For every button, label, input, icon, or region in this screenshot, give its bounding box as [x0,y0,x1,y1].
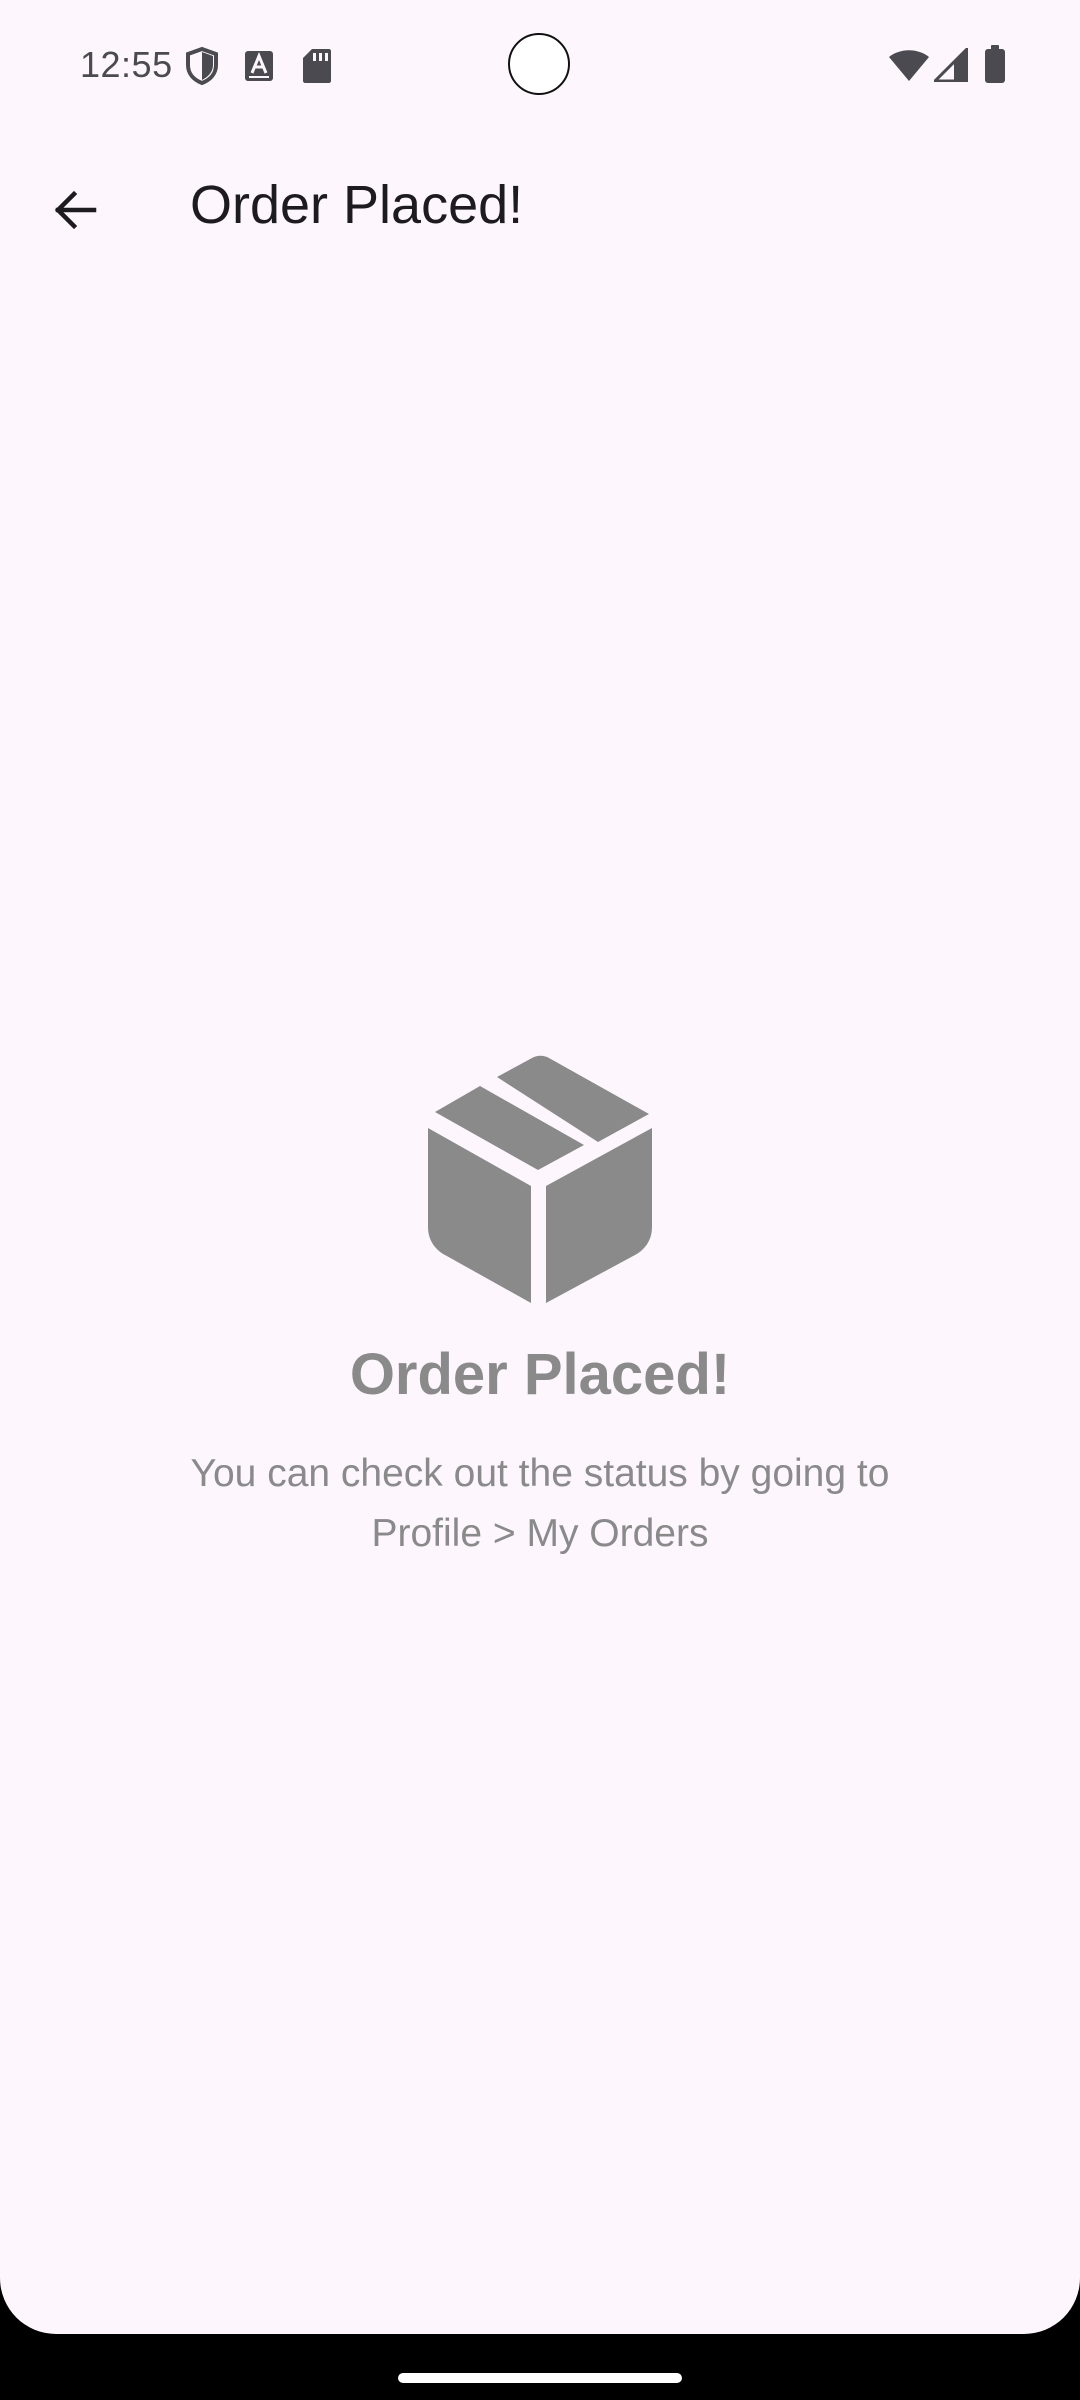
message-line-2: Profile > My Orders [371,1512,709,1555]
arrow-back-icon [54,190,97,230]
navigation-bar [0,2334,1080,2400]
page-title: Order Placed! [190,175,524,235]
order-confirmation: Order Placed! You can check out the stat… [0,1055,1080,1564]
sd-card-icon [303,49,331,83]
top-app-bar: Order Placed! [0,140,1080,270]
package-box-icon [428,1055,652,1303]
text-a-icon [245,51,273,81]
confirmation-message: You can check out the status by going to… [110,1444,970,1564]
battery-icon [985,45,1005,83]
order-placed-screen: 12:55 Order Placed! Order Placed! You ca… [0,0,1080,2334]
status-bar: 12:55 [0,0,1080,132]
cellular-icon [934,48,968,82]
wifi-icon [889,50,929,81]
confirmation-headline: Order Placed! [349,1342,731,1407]
shield-icon [186,46,218,86]
back-button[interactable] [32,168,116,252]
home-gesture-handle[interactable] [398,2373,682,2383]
message-line-1: You can check out the status by going to [190,1452,890,1495]
camera-cutout [508,33,570,95]
status-time: 12:55 [80,44,173,85]
